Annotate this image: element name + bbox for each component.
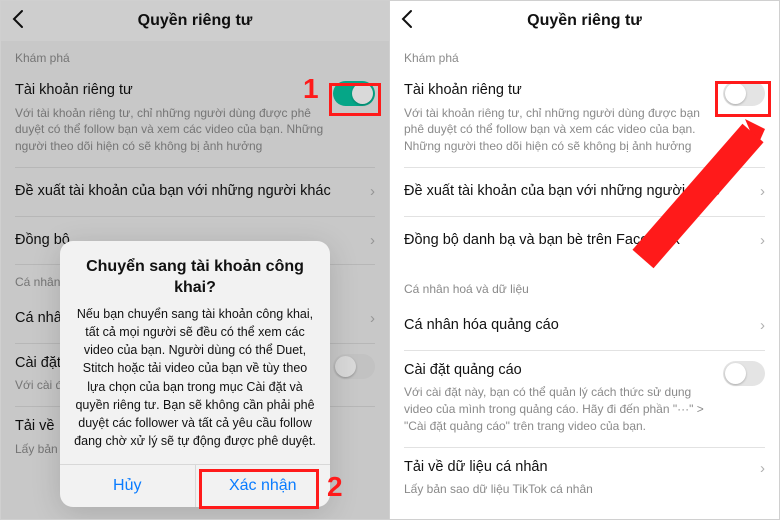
screenshot-container: Quyền riêng tư Khám phá Tài khoản riêng … [0, 0, 780, 520]
sync-title: Đồng bộ danh bạ và bạn bè trên Facebook [404, 231, 698, 251]
suggest-title: Đề xuất tài khoản của bạn với những ngườ… [15, 182, 349, 202]
left-pane: Quyền riêng tư Khám phá Tài khoản riêng … [1, 1, 390, 519]
row-download[interactable]: Tải về dữ liệu cá nhân Lấy bản sao dữ li… [390, 448, 779, 508]
header: Quyền riêng tư [390, 1, 779, 41]
personalize-title: Cá nhân hóa quảng cáo [404, 316, 577, 336]
private-account-title: Tài khoản riêng tư [404, 81, 765, 101]
suggest-title: Đề xuất tài khoản của bạn với những ngườ… [404, 182, 738, 202]
dialog-message: Nếu bạn chuyển sang tài khoản công khai,… [74, 305, 316, 450]
section-discover-label: Khám phá [1, 41, 389, 71]
row-suggest[interactable]: Đề xuất tài khoản của bạn với những ngườ… [390, 168, 779, 216]
ads-title: Cài đặt quảng cáo [404, 361, 765, 381]
row-personalize[interactable]: Cá nhân hóa quảng cáo › [390, 302, 779, 350]
dialog-title: Chuyển sang tài khoản công khai? [74, 257, 316, 299]
dialog-cancel-button[interactable]: Hủy [60, 465, 195, 507]
header: Quyền riêng tư [1, 1, 389, 41]
dialog-buttons: Hủy Xác nhận [60, 464, 330, 507]
row-private-account: Tài khoản riêng tư Với tài khoản riêng t… [390, 71, 779, 167]
private-account-title: Tài khoản riêng tư [15, 81, 375, 101]
chevron-right-icon: › [760, 460, 765, 477]
chevron-right-icon: › [370, 183, 375, 200]
section-safety-label: An toàn [390, 508, 779, 519]
download-desc: Lấy bản sao dữ liệu TikTok cá nhân [404, 481, 765, 498]
chevron-right-icon: › [760, 183, 765, 200]
page-title: Quyền riêng tư [138, 12, 253, 30]
private-account-desc: Với tài khoản riêng tư, chỉ những người … [15, 105, 375, 155]
private-account-desc: Với tài khoản riêng tư, chỉ những người … [404, 105, 765, 155]
chevron-right-icon: › [370, 310, 375, 327]
page-title: Quyền riêng tư [527, 12, 642, 30]
row-ads: Cài đặt quảng cáo Với cài đặt này, bạn c… [390, 351, 779, 447]
section-discover-label: Khám phá [390, 41, 779, 71]
dialog-confirm-button[interactable]: Xác nhận [195, 465, 331, 507]
ads-desc: Với cài đặt này, bạn có thể quản lý cách… [404, 384, 765, 434]
chevron-right-icon: › [760, 232, 765, 249]
section-personal-label: Cá nhân hoá và dữ liệu [390, 264, 779, 302]
ads-toggle[interactable] [723, 361, 765, 386]
row-sync[interactable]: Đồng bộ danh bạ và bạn bè trên Facebook … [390, 217, 779, 265]
chevron-right-icon: › [760, 317, 765, 334]
back-chevron-icon[interactable] [11, 9, 25, 33]
private-account-toggle[interactable] [723, 81, 765, 106]
back-chevron-icon[interactable] [400, 9, 414, 33]
private-account-toggle[interactable] [333, 81, 375, 106]
row-private-account: Tài khoản riêng tư Với tài khoản riêng t… [1, 71, 389, 167]
download-title: Tải về dữ liệu cá nhân [404, 458, 765, 478]
confirm-dialog: Chuyển sang tài khoản công khai? Nếu bạn… [60, 241, 330, 507]
ads-toggle[interactable] [333, 354, 375, 379]
right-pane: Quyền riêng tư Khám phá Tài khoản riêng … [390, 1, 779, 519]
chevron-right-icon: › [370, 232, 375, 249]
row-suggest[interactable]: Đề xuất tài khoản của bạn với những ngườ… [1, 168, 389, 216]
